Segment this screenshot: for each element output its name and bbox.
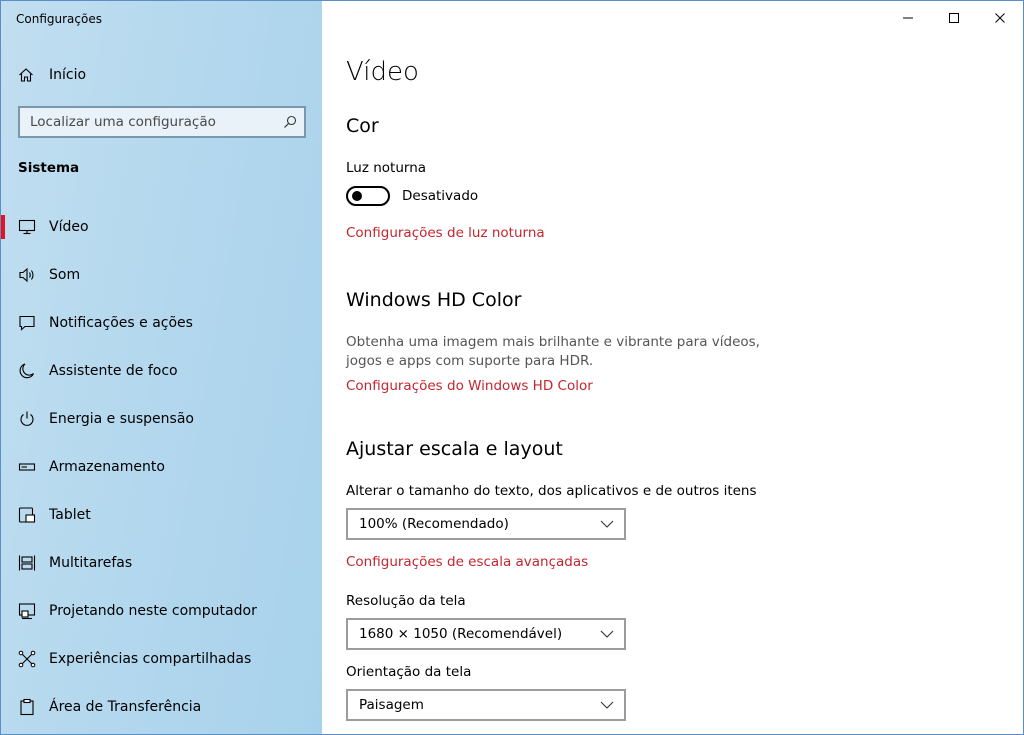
toggle-switch[interactable] [346, 186, 390, 206]
hd-color-description: Obtenha uma imagem mais brilhante e vibr… [346, 334, 760, 369]
moon-icon [18, 362, 36, 380]
sidebar-item-storage[interactable]: Armazenamento [1, 443, 322, 491]
share-icon [18, 650, 36, 668]
active-indicator [1, 215, 5, 239]
home-label: Início [49, 67, 87, 83]
notification-icon [18, 314, 36, 332]
resolution-label: Resolução da tela [346, 593, 466, 609]
sidebar-item-label: Armazenamento [49, 459, 165, 475]
project-icon [18, 602, 36, 620]
toggle-knob [352, 191, 362, 201]
night-light-toggle[interactable]: Desativado [346, 186, 478, 206]
hd-color-heading: Windows HD Color [346, 289, 522, 311]
color-heading: Cor [346, 115, 379, 137]
app-title: Configurações [16, 12, 102, 26]
advanced-scaling-link[interactable]: Configurações de escala avançadas [346, 554, 588, 570]
night-light-label: Luz noturna [346, 160, 427, 176]
dropdown-value: 100% (Recomendado) [359, 516, 509, 532]
chevron-down-icon [600, 520, 614, 528]
sidebar: Configurações Início Sistema Vídeo [1, 1, 322, 734]
sidebar-item-label: Assistente de foco [49, 363, 178, 379]
sidebar-item-focus-assist[interactable]: Assistente de foco [1, 347, 322, 395]
night-light-settings-link[interactable]: Configurações de luz noturna [346, 225, 545, 241]
sidebar-item-power[interactable]: Energia e suspensão [1, 395, 322, 443]
home-nav-item[interactable]: Início [18, 63, 86, 87]
multitask-icon [18, 554, 36, 572]
hd-color-settings-link[interactable]: Configurações do Windows HD Color [346, 378, 593, 394]
sidebar-item-clipboard[interactable]: Área de Transferência [1, 683, 322, 731]
monitor-icon [18, 218, 36, 236]
home-icon [18, 67, 34, 83]
sidebar-item-shared-experiences[interactable]: Experiências compartilhadas [1, 635, 322, 683]
section-label-system: Sistema [18, 160, 80, 176]
sidebar-item-label: Área de Transferência [49, 699, 202, 715]
main-content: Vídeo Cor Luz noturna Desativado Configu… [346, 1, 1006, 734]
speaker-icon [18, 266, 36, 284]
sidebar-item-multitasking[interactable]: Multitarefas [1, 539, 322, 587]
dropdown-value: 1680 × 1050 (Recomendável) [359, 626, 563, 642]
text-size-label: Alterar o tamanho do texto, dos aplicati… [346, 483, 757, 499]
sidebar-item-video[interactable]: Vídeo [1, 203, 322, 251]
sidebar-item-label: Vídeo [49, 219, 89, 235]
sidebar-item-notifications[interactable]: Notificações e ações [1, 299, 322, 347]
sidebar-item-label: Notificações e ações [49, 315, 193, 331]
resolution-dropdown[interactable]: 1680 × 1050 (Recomendável) [346, 618, 626, 650]
chevron-down-icon [600, 701, 614, 709]
orientation-label: Orientação da tela [346, 664, 472, 680]
scale-layout-heading: Ajustar escala e layout [346, 438, 563, 460]
sidebar-nav: Vídeo Som Notificações e ações Assistent… [1, 203, 322, 731]
sidebar-item-label: Multitarefas [49, 555, 133, 571]
search-input[interactable] [20, 108, 276, 136]
clipboard-icon [18, 698, 36, 716]
chevron-down-icon [600, 630, 614, 638]
text-size-dropdown[interactable]: 100% (Recomendado) [346, 508, 626, 540]
dropdown-value: Paisagem [359, 697, 424, 713]
sidebar-item-sound[interactable]: Som [1, 251, 322, 299]
settings-window: Configurações Início Sistema Vídeo [0, 0, 1024, 735]
sidebar-item-label: Som [49, 267, 81, 283]
search-box [18, 106, 306, 138]
search-icon[interactable] [276, 108, 304, 136]
storage-icon [18, 458, 36, 476]
sidebar-item-label: Tablet [49, 507, 91, 523]
page-title: Vídeo [346, 57, 419, 87]
sidebar-item-label: Experiências compartilhadas [49, 651, 252, 667]
sidebar-item-label: Energia e suspensão [49, 411, 194, 427]
toggle-state-label: Desativado [402, 188, 479, 204]
sidebar-item-tablet[interactable]: Tablet [1, 491, 322, 539]
sidebar-item-label: Projetando neste computador [49, 603, 257, 619]
sidebar-item-projecting[interactable]: Projetando neste computador [1, 587, 322, 635]
tablet-icon [18, 506, 36, 524]
power-icon [18, 410, 36, 428]
orientation-dropdown[interactable]: Paisagem [346, 689, 626, 721]
